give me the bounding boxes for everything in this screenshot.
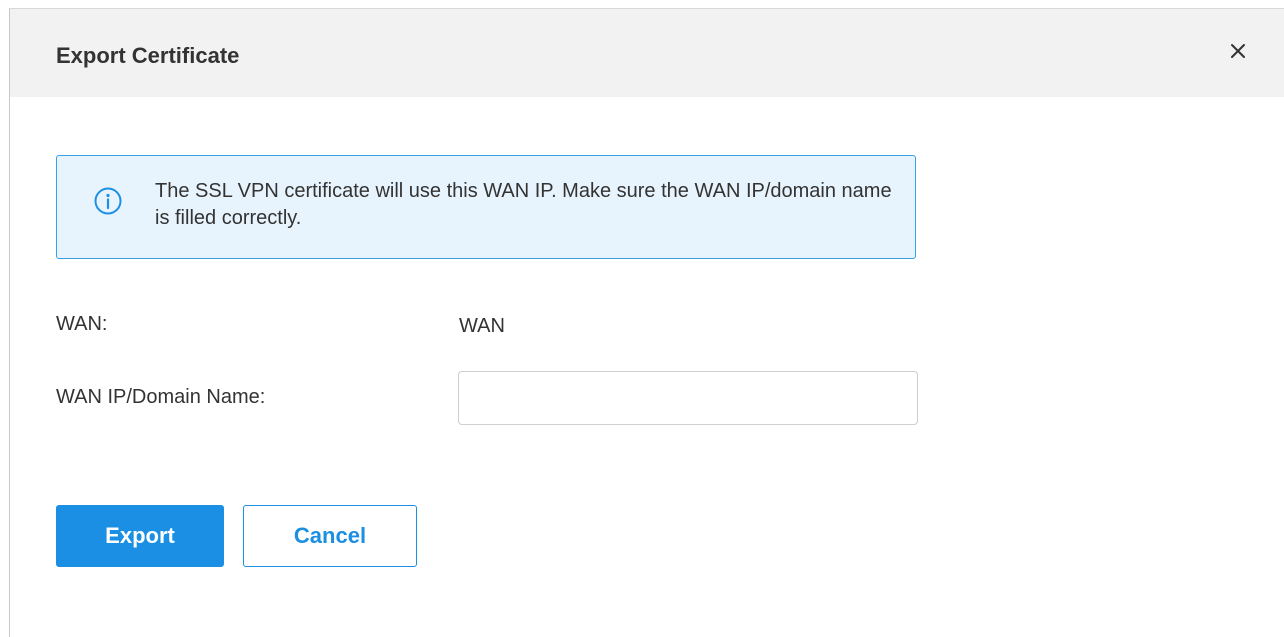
- notice-text: The SSL VPN certificate will use this WA…: [155, 180, 892, 229]
- export-button[interactable]: Export: [56, 505, 224, 567]
- wan-ip-domain-label: WAN IP/Domain Name:: [56, 386, 266, 408]
- close-icon: [1231, 44, 1245, 58]
- close-button[interactable]: [1226, 39, 1250, 63]
- wan-value: WAN: [459, 315, 505, 337]
- cancel-button[interactable]: Cancel: [243, 505, 417, 567]
- dialog-header: Export Certificate: [10, 9, 1284, 97]
- info-circle-icon: [94, 187, 122, 215]
- info-notice: The SSL VPN certificate will use this WA…: [56, 155, 916, 259]
- wan-ip-domain-input[interactable]: [458, 371, 918, 425]
- export-certificate-dialog: Export Certificate The SSL VPN certifica…: [9, 8, 1284, 637]
- wan-label: WAN:: [56, 313, 108, 335]
- dialog-title: Export Certificate: [56, 43, 240, 68]
